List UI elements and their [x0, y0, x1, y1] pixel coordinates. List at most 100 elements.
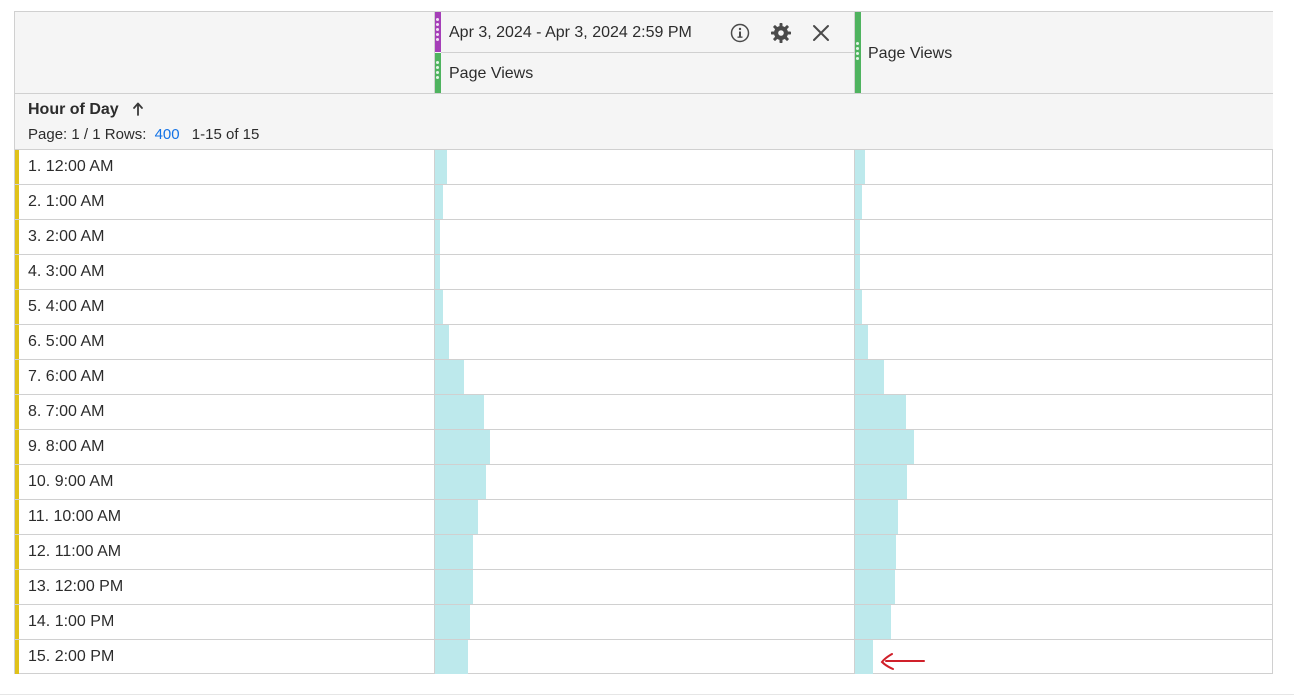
- arrow-up-icon[interactable]: [131, 100, 145, 118]
- table-row[interactable]: 11. 10:00 AM: [15, 500, 1273, 535]
- metric-cell[interactable]: [434, 220, 854, 254]
- row-accent-bar: [15, 570, 19, 604]
- percent-bar: [855, 325, 868, 359]
- metric-cell[interactable]: [854, 325, 1273, 359]
- metric-cell[interactable]: [434, 325, 854, 359]
- row-label[interactable]: 4. 3:00 AM: [28, 263, 105, 281]
- table-row[interactable]: 10. 9:00 AM: [15, 465, 1273, 500]
- metric-cell[interactable]: [434, 150, 854, 184]
- percent-bar: [435, 150, 447, 184]
- percent-bar: [435, 290, 443, 324]
- percent-bar: [435, 640, 468, 674]
- header-divider: [441, 52, 854, 53]
- table-row[interactable]: 4. 3:00 AM: [15, 255, 1273, 290]
- percent-bar: [855, 150, 865, 184]
- percent-bar: [435, 570, 473, 604]
- metric-cell[interactable]: [434, 605, 854, 639]
- metric-drag-handle[interactable]: [435, 53, 441, 93]
- row-label[interactable]: 5. 4:00 AM: [28, 298, 105, 316]
- metric-cell[interactable]: [854, 220, 1273, 254]
- row-label[interactable]: 8. 7:00 AM: [28, 403, 105, 421]
- table-row[interactable]: 15. 2:00 PM: [15, 640, 1273, 674]
- metric-cell[interactable]: [854, 255, 1273, 289]
- metric-cell[interactable]: [434, 535, 854, 569]
- row-accent-bar: [15, 500, 19, 534]
- close-icon[interactable]: [809, 21, 833, 45]
- row-label[interactable]: 7. 6:00 AM: [28, 368, 105, 386]
- row-label[interactable]: 9. 8:00 AM: [28, 438, 105, 456]
- metric-label[interactable]: Page Views: [868, 45, 952, 63]
- row-accent-bar: [15, 290, 19, 324]
- row-label[interactable]: 2. 1:00 AM: [28, 193, 105, 211]
- metric-label[interactable]: Page Views: [449, 65, 533, 83]
- metric-cell[interactable]: [854, 500, 1273, 534]
- metric-cell[interactable]: [434, 290, 854, 324]
- gear-icon[interactable]: [769, 21, 793, 45]
- metric-cell[interactable]: [854, 570, 1273, 604]
- metric-cell[interactable]: [854, 605, 1273, 639]
- row-accent-bar: [15, 465, 19, 499]
- date-range-label[interactable]: Apr 3, 2024 - Apr 3, 2024 2:59 PM: [449, 24, 692, 42]
- metric-cell[interactable]: [854, 430, 1273, 464]
- metric-drag-handle[interactable]: [855, 12, 861, 93]
- metric-cell[interactable]: [434, 185, 854, 219]
- table-row[interactable]: 12. 11:00 AM: [15, 535, 1273, 570]
- table-row[interactable]: 6. 5:00 AM: [15, 325, 1273, 360]
- table-row[interactable]: 5. 4:00 AM: [15, 290, 1273, 325]
- row-accent-bar: [15, 360, 19, 394]
- percent-bar: [435, 255, 440, 289]
- row-label[interactable]: 12. 11:00 AM: [28, 543, 121, 561]
- row-accent-bar: [15, 605, 19, 639]
- metric-cell[interactable]: [434, 500, 854, 534]
- table-row[interactable]: 13. 12:00 PM: [15, 570, 1273, 605]
- row-label[interactable]: 1. 12:00 AM: [28, 158, 113, 176]
- row-label[interactable]: 15. 2:00 PM: [28, 648, 114, 666]
- percent-bar: [855, 465, 907, 499]
- rows-per-page-dropdown[interactable]: 400: [155, 126, 180, 143]
- metric-cell[interactable]: [434, 255, 854, 289]
- dimension-title[interactable]: Hour of Day: [28, 101, 119, 119]
- percent-bar: [855, 220, 860, 254]
- metric-cell[interactable]: [434, 360, 854, 394]
- percent-bar: [855, 430, 914, 464]
- metric-cell[interactable]: [854, 290, 1273, 324]
- row-label[interactable]: 10. 9:00 AM: [28, 473, 113, 491]
- percent-bar: [855, 535, 896, 569]
- metric-cell[interactable]: [434, 570, 854, 604]
- percent-bar: [435, 395, 484, 429]
- info-icon[interactable]: [728, 21, 752, 45]
- panel-bottom-border: [0, 694, 1294, 695]
- row-accent-bar: [15, 220, 19, 254]
- table-row[interactable]: 3. 2:00 AM: [15, 220, 1273, 255]
- metric-cell[interactable]: [434, 430, 854, 464]
- percent-bar: [855, 360, 884, 394]
- table-row[interactable]: 8. 7:00 AM: [15, 395, 1273, 430]
- row-accent-bar: [15, 535, 19, 569]
- table-row[interactable]: 7. 6:00 AM: [15, 360, 1273, 395]
- metric-cell[interactable]: [854, 395, 1273, 429]
- table-row[interactable]: 1. 12:00 AM: [15, 150, 1273, 185]
- metric-cell[interactable]: [854, 185, 1273, 219]
- table-row[interactable]: 14. 1:00 PM: [15, 605, 1273, 640]
- metric-cell[interactable]: [854, 150, 1273, 184]
- column-header-segment[interactable]: Apr 3, 2024 - Apr 3, 2024 2:59 PM Page V…: [434, 12, 854, 94]
- row-label[interactable]: 13. 12:00 PM: [28, 578, 123, 596]
- metric-cell[interactable]: [854, 465, 1273, 499]
- column-header-metric[interactable]: Page Views: [854, 12, 1273, 94]
- segment-drag-handle[interactable]: [435, 12, 441, 52]
- table-row[interactable]: 9. 8:00 AM: [15, 430, 1273, 465]
- row-label[interactable]: 6. 5:00 AM: [28, 333, 105, 351]
- row-accent-bar: [15, 255, 19, 289]
- row-label[interactable]: 3. 2:00 AM: [28, 228, 105, 246]
- row-label[interactable]: 11. 10:00 AM: [28, 508, 121, 526]
- metric-cell[interactable]: [854, 360, 1273, 394]
- row-label[interactable]: 14. 1:00 PM: [28, 613, 114, 631]
- metric-cell[interactable]: [434, 640, 854, 674]
- row-accent-bar: [15, 325, 19, 359]
- row-accent-bar: [15, 430, 19, 464]
- metric-cell[interactable]: [434, 465, 854, 499]
- metric-cell[interactable]: [854, 535, 1273, 569]
- row-accent-bar: [15, 150, 19, 184]
- metric-cell[interactable]: [434, 395, 854, 429]
- table-row[interactable]: 2. 1:00 AM: [15, 185, 1273, 220]
